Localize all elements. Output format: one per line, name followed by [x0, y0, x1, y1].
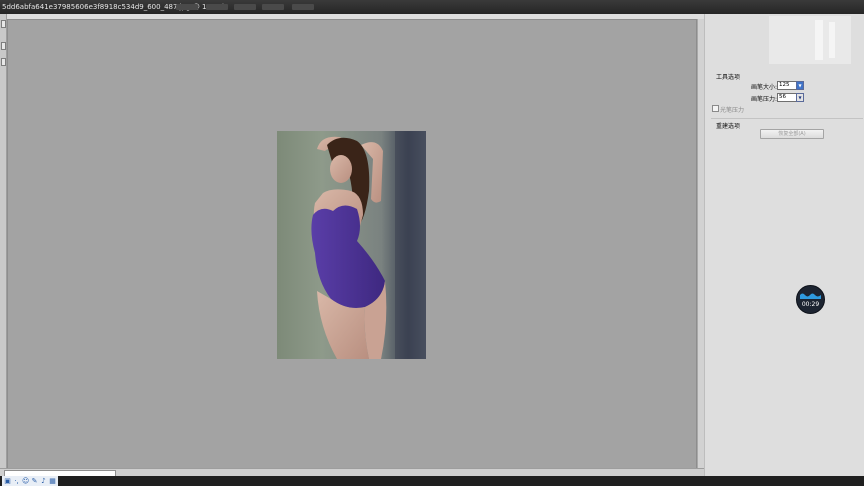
canvas-area[interactable]: [7, 19, 697, 470]
brush-pressure-label: 画笔压力:: [751, 96, 778, 103]
tool-button-1[interactable]: [1, 20, 6, 28]
pen-pressure-checkbox[interactable]: [712, 105, 719, 112]
restore-all-button[interactable]: 恢复全部(A): [760, 129, 824, 139]
emoji-icon[interactable]: ☺: [22, 477, 29, 485]
input-method-toolbar: ▣ ·, ☺ ✎ ♪ ▦: [2, 476, 58, 486]
punctuation-icon[interactable]: ·,: [13, 477, 20, 485]
ime-logo-icon[interactable]: ▣: [4, 477, 11, 485]
photo-preview: [277, 131, 426, 359]
tool-options-heading: 工具选项: [716, 74, 741, 81]
audio-wave-icon: [800, 293, 821, 299]
woman-in-purple-swimsuit-image: [311, 131, 426, 359]
pen-icon[interactable]: ✎: [31, 477, 38, 485]
pen-pressure-label: 光笔压力: [720, 107, 745, 114]
grid-icon[interactable]: ▦: [49, 477, 56, 485]
vertical-scrollbar[interactable]: [697, 19, 704, 468]
tool-button-3[interactable]: [1, 58, 6, 66]
menu-ghost-4: [262, 4, 284, 10]
brush-pressure-dropdown-button[interactable]: ▼: [796, 93, 804, 102]
section-divider: [711, 118, 863, 119]
brush-size-label: 画笔大小:: [751, 84, 778, 91]
reconstruct-options-heading: 重建选项: [716, 123, 741, 130]
navigator-preview: [769, 16, 851, 64]
menu-ghost-1: [176, 4, 198, 10]
microphone-icon[interactable]: ♪: [40, 477, 47, 485]
menu-ghost-3: [234, 4, 256, 10]
tool-button-2[interactable]: [1, 42, 6, 50]
menu-ghost-5: [292, 4, 314, 10]
timer-text: 00:29: [801, 301, 820, 308]
window-title-bar: 5dd6abfa641e37985606e3f8918c534d9_600_48…: [0, 0, 864, 14]
brush-size-dropdown-button[interactable]: ▼: [796, 81, 804, 90]
preview-highlight: [815, 20, 823, 60]
tool-strip: [0, 14, 7, 476]
taskbar: ▣ ·, ☺ ✎ ♪ ▦: [0, 476, 864, 486]
menu-ghost-2: [206, 4, 228, 10]
options-panel: 工具选项 画笔大小: 125 ▼ 画笔压力: 56 ▼ 光笔压力 重建选项 恢复…: [704, 14, 864, 476]
preview-highlight-2: [829, 22, 835, 58]
recording-timer[interactable]: 00:29: [796, 285, 825, 314]
